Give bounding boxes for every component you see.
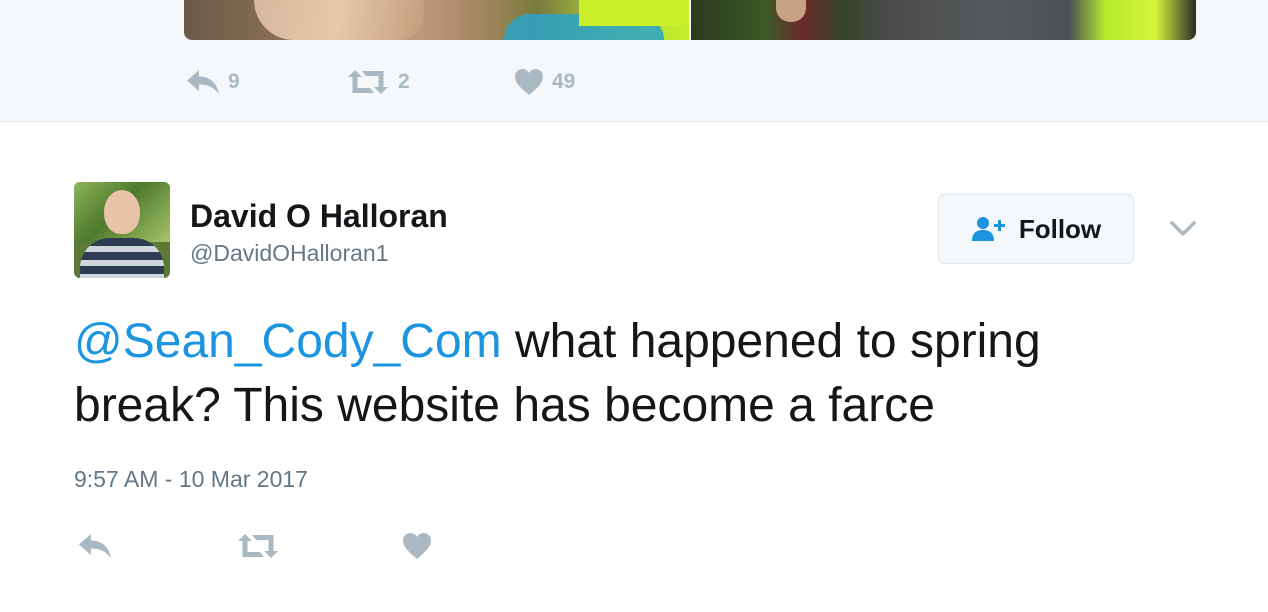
retweet-icon <box>346 68 390 96</box>
like-button[interactable] <box>402 532 432 560</box>
reply-count: 9 <box>228 70 240 93</box>
mention-link[interactable]: @Sean_Cody_Com <box>74 315 502 368</box>
photo-detail <box>254 0 424 40</box>
avatar-detail <box>104 190 140 234</box>
previous-tweet: 9 2 49 <box>0 0 1268 122</box>
heart-icon <box>514 68 544 96</box>
media-photo-left[interactable] <box>184 0 689 40</box>
heart-icon <box>402 532 432 560</box>
follow-label: Follow <box>1018 213 1102 244</box>
reply-icon <box>78 533 112 559</box>
tweet-media[interactable] <box>184 0 1196 40</box>
retweet-icon <box>236 532 280 560</box>
avatar[interactable] <box>74 182 170 278</box>
like-button[interactable]: 49 <box>514 68 575 96</box>
author-fullname[interactable]: David O Halloran <box>190 196 448 236</box>
retweet-button[interactable] <box>236 532 402 560</box>
reply-icon <box>186 69 220 95</box>
chevron-down-icon[interactable] <box>1170 220 1196 238</box>
tweet-author[interactable]: David O Halloran @DavidOHalloran1 <box>190 196 448 268</box>
retweet-button[interactable]: 2 <box>346 68 514 96</box>
like-count: 49 <box>552 70 576 93</box>
media-photo-right[interactable] <box>691 0 1196 40</box>
photo-detail <box>579 0 689 26</box>
photo-detail <box>776 0 806 22</box>
tweet: David O Halloran @DavidOHalloran1 Follow… <box>0 122 1268 612</box>
follow-button[interactable]: Follow <box>938 194 1134 264</box>
reply-button[interactable] <box>78 533 236 559</box>
tweet-actions <box>78 530 432 562</box>
tweet-actions: 9 2 49 <box>186 66 575 98</box>
avatar-detail <box>80 238 164 278</box>
reply-button[interactable]: 9 <box>186 69 346 95</box>
author-username[interactable]: @DavidOHalloran1 <box>190 238 448 268</box>
add-user-icon <box>971 216 1009 242</box>
tweet-timestamp[interactable]: 9:57 AM - 10 Mar 2017 <box>74 466 308 493</box>
tweet-text: @Sean_Cody_Com what happened to spring b… <box>74 310 1194 438</box>
retweet-count: 2 <box>398 70 410 93</box>
